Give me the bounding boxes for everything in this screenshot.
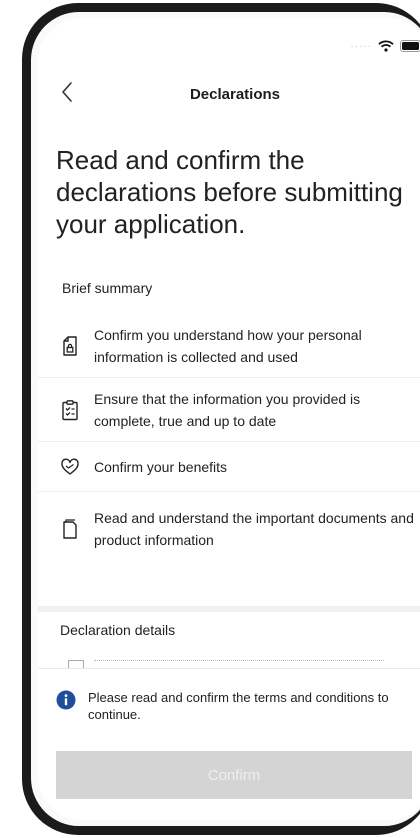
top-nav-bar: Declarations bbox=[38, 76, 420, 112]
faded-row-text bbox=[94, 660, 384, 665]
document-lock-icon bbox=[63, 335, 77, 356]
signal-dots-icon: ····· bbox=[350, 40, 372, 52]
summary-item-documents[interactable]: Read and understand the important docume… bbox=[38, 492, 420, 566]
document-icon bbox=[63, 519, 77, 539]
summary-item-benefits[interactable]: Confirm your benefits bbox=[38, 442, 420, 492]
summary-item-text: Ensure that the information you provided… bbox=[94, 390, 361, 429]
wifi-icon bbox=[378, 40, 394, 52]
page-title: Read and confirm the declarations before… bbox=[56, 145, 403, 239]
confirm-button[interactable]: Confirm bbox=[56, 751, 412, 799]
phone-bezel: ····· Declarations Read and confirm the … bbox=[31, 12, 420, 826]
summary-list: Confirm you understand how your personal… bbox=[38, 314, 420, 566]
brief-summary-label: Brief summary bbox=[62, 280, 153, 296]
brief-summary-section: Brief summary Confirm you understand how… bbox=[38, 276, 420, 566]
status-bar: ····· bbox=[350, 40, 420, 52]
battery-icon bbox=[400, 40, 420, 52]
declaration-details-label: Declaration details bbox=[60, 622, 176, 638]
phone-frame: ····· Declarations Read and confirm the … bbox=[22, 3, 420, 835]
summary-item-information-accuracy[interactable]: Ensure that the information you provided… bbox=[38, 378, 420, 442]
notice-text: Please read and confirm the terms and co… bbox=[88, 690, 389, 722]
header-title: Declarations bbox=[189, 86, 281, 103]
declaration-details-section: Declaration details bbox=[38, 606, 420, 669]
clipboard-check-icon bbox=[62, 399, 78, 420]
heart-icon bbox=[61, 458, 79, 475]
bottom-action-panel: Please read and confirm the terms and co… bbox=[38, 668, 420, 820]
summary-item-text: Read and understand the important docume… bbox=[94, 510, 414, 548]
summary-item-text: Confirm your benefits bbox=[94, 458, 228, 475]
summary-item-text: Confirm you understand how your personal… bbox=[94, 326, 362, 365]
info-icon bbox=[56, 690, 76, 710]
app-screen: ····· Declarations Read and confirm the … bbox=[38, 18, 420, 820]
summary-item-personal-info[interactable]: Confirm you understand how your personal… bbox=[38, 314, 420, 378]
terms-notice: Please read and confirm the terms and co… bbox=[56, 689, 420, 723]
